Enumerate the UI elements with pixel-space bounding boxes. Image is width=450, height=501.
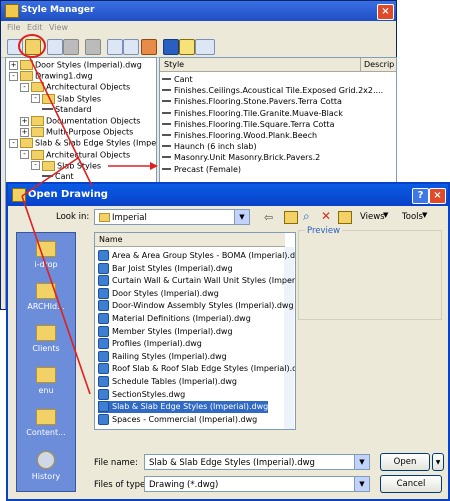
annotation-arrow-2	[21, 157, 79, 197]
annotation-arrow-1	[29, 57, 93, 187]
annotation-arrowhead-4	[150, 162, 158, 170]
annotation-arrow-3	[21, 195, 91, 395]
annotation-circle	[18, 34, 46, 58]
annotation-overlay	[18, 34, 158, 395]
